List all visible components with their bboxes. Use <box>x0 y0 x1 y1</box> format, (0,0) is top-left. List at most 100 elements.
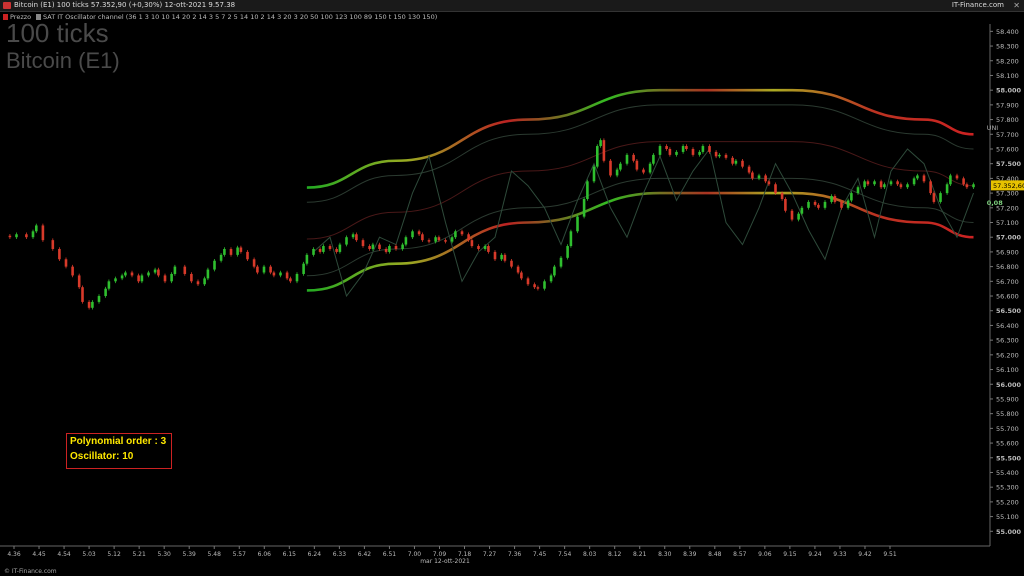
candle-body <box>823 201 827 208</box>
candle-body <box>338 244 342 252</box>
y-tick-label: 55.100 <box>996 513 1019 521</box>
candle-body <box>698 151 701 155</box>
candle-body <box>846 200 850 208</box>
candle-body <box>566 246 569 258</box>
price-chart[interactable]: 58.400 58.300 58.200 58.100 58.000 57.900 57.8… <box>0 0 1024 576</box>
candle-body <box>962 178 965 185</box>
x-tick-label: 9.33 <box>833 551 847 558</box>
candle-body <box>335 248 338 252</box>
candle-body <box>203 278 206 285</box>
candle-body <box>328 246 332 249</box>
candle-body <box>701 146 705 152</box>
candle-body <box>912 178 916 185</box>
candle-body <box>272 272 276 276</box>
candle-body <box>945 184 949 194</box>
y-tick-label: 55.400 <box>996 469 1019 477</box>
candle-body <box>866 181 870 185</box>
channel-line-center <box>306 141 974 240</box>
candle-body <box>592 166 596 182</box>
candle-body <box>599 140 602 147</box>
candle-body <box>863 181 866 188</box>
candle-body <box>879 181 883 188</box>
annotation-label: 0,08 <box>987 199 1004 207</box>
x-tick-label: 8.30 <box>658 551 672 558</box>
candle-body <box>487 246 490 252</box>
candle-body <box>922 175 926 182</box>
candle-body <box>856 187 860 194</box>
y-tick-label: 58.300 <box>996 43 1019 51</box>
candle-body <box>285 272 289 279</box>
annotation-label: UNI <box>987 124 999 132</box>
candle-body <box>8 235 12 238</box>
candle-body <box>25 234 28 238</box>
candle-body <box>87 301 91 308</box>
candle-body <box>873 181 876 185</box>
candle-body <box>543 281 546 289</box>
candle-body <box>569 231 573 247</box>
candle-body <box>929 181 932 194</box>
candle-body <box>147 272 150 276</box>
candle-body <box>196 281 200 285</box>
candle-body <box>642 169 645 173</box>
candle-body <box>252 259 256 267</box>
candle-body <box>302 263 305 274</box>
y-tick-label: 57.600 <box>996 145 1019 153</box>
candle-body <box>764 175 767 182</box>
y-tick-label: 56.300 <box>996 337 1019 345</box>
candle-body <box>741 160 744 167</box>
candle-body <box>137 275 140 282</box>
candle-body <box>213 260 216 270</box>
candle-body <box>97 296 101 302</box>
y-tick-label: 57.300 <box>996 190 1019 198</box>
x-tick-label: 5.30 <box>157 551 171 558</box>
candle-body <box>107 281 111 289</box>
candle-body <box>394 246 398 249</box>
candle-body <box>675 151 678 155</box>
candle-body <box>312 248 315 255</box>
candle-body <box>322 246 325 252</box>
candle-body <box>35 225 38 232</box>
y-tick-label: 57.900 <box>996 101 1019 109</box>
y-tick-label: 56.200 <box>996 351 1019 359</box>
candle-body <box>91 301 94 308</box>
candle-body <box>586 181 589 199</box>
channel-line-channel-upper <box>306 88 974 189</box>
x-tick-label: 5.48 <box>208 551 222 558</box>
candle-body <box>130 272 134 276</box>
candle-body <box>800 207 804 214</box>
candle-body <box>790 210 794 220</box>
candle-body <box>183 266 187 274</box>
x-tick-label: 8.48 <box>708 551 722 558</box>
candle-body <box>652 154 655 164</box>
candle-body <box>239 247 243 252</box>
candle-body <box>536 287 540 289</box>
candle-body <box>81 287 84 302</box>
candle-body <box>163 275 167 282</box>
candle-body <box>104 288 107 297</box>
candle-body <box>477 246 480 249</box>
candle-body <box>582 198 586 217</box>
candle-body <box>734 160 738 164</box>
y-tick-label: 55.500 <box>996 454 1022 462</box>
settings-infobox: Polynomial order : 3 Oscillator: 10 <box>66 433 172 469</box>
candle-body <box>751 172 754 179</box>
candle-body <box>596 146 599 167</box>
candle-body <box>965 184 969 188</box>
candle-body <box>807 201 810 208</box>
y-tick-label: 55.900 <box>996 395 1019 403</box>
candle-body <box>708 146 711 152</box>
y-tick-label: 55.300 <box>996 484 1019 492</box>
candle-body <box>279 272 282 276</box>
candle-body <box>724 154 728 158</box>
candle-body <box>691 148 695 155</box>
candle-body <box>71 266 74 276</box>
candle-body <box>668 148 672 155</box>
candle-body <box>615 169 619 176</box>
candle-body <box>460 231 464 235</box>
candle-body <box>840 201 843 208</box>
x-tick-label: 8.03 <box>583 551 597 558</box>
candle-body <box>813 201 817 205</box>
x-tick-label: 6.24 <box>308 551 322 558</box>
candle-body <box>757 175 761 179</box>
y-tick-label: 55.000 <box>996 528 1022 536</box>
